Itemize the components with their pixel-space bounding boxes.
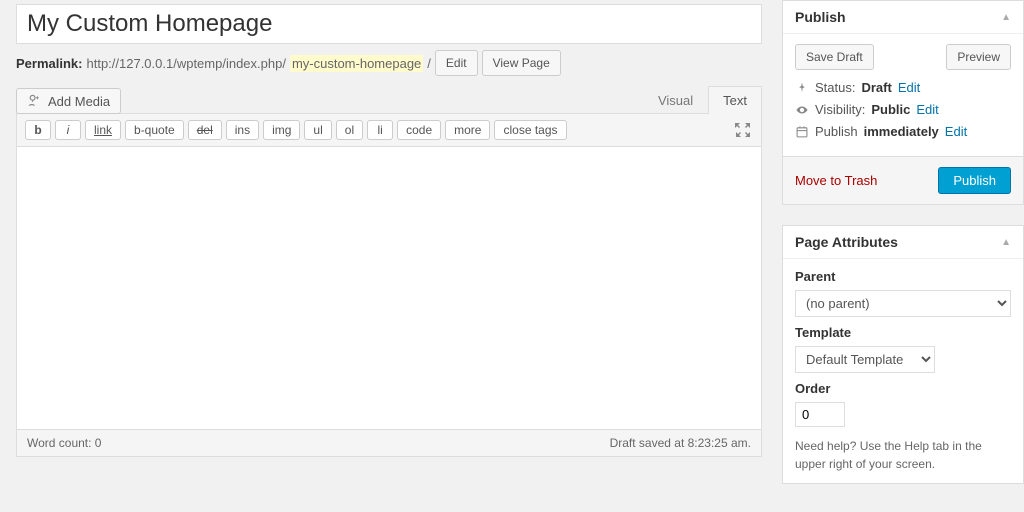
permalink-base: http://127.0.0.1/wptemp/index.php/ xyxy=(86,56,285,71)
qt-close-tags[interactable]: close tags xyxy=(494,120,566,140)
qt-del[interactable]: del xyxy=(188,120,222,140)
move-to-trash-link[interactable]: Move to Trash xyxy=(795,173,877,188)
qt-ul[interactable]: ul xyxy=(304,120,331,140)
qt-more[interactable]: more xyxy=(445,120,490,140)
publish-panel-title: Publish xyxy=(795,9,846,25)
permalink-row: Permalink: http://127.0.0.1/wptemp/index… xyxy=(16,50,762,76)
qt-bold[interactable]: b xyxy=(25,120,51,140)
qt-italic[interactable]: i xyxy=(55,120,81,140)
collapse-icon[interactable]: ▲ xyxy=(1001,237,1011,248)
edit-status-link[interactable]: Edit xyxy=(898,80,920,95)
media-icon xyxy=(27,93,43,109)
qt-code[interactable]: code xyxy=(397,120,441,140)
collapse-icon[interactable]: ▲ xyxy=(1001,12,1011,23)
template-select[interactable]: Default Template xyxy=(795,346,935,373)
eye-icon xyxy=(795,103,809,117)
tab-visual[interactable]: Visual xyxy=(643,86,708,114)
order-label: Order xyxy=(795,381,1011,396)
word-count: Word count: 0 xyxy=(27,436,101,450)
qt-img[interactable]: img xyxy=(263,120,300,140)
autosave-status: Draft saved at 8:23:25 am. xyxy=(610,436,751,450)
publish-button[interactable]: Publish xyxy=(938,167,1011,194)
content-textarea[interactable] xyxy=(17,147,761,429)
preview-button[interactable]: Preview xyxy=(946,44,1011,70)
editor-tabs: Visual Text xyxy=(643,86,762,114)
fullscreen-icon[interactable] xyxy=(733,120,753,140)
calendar-icon xyxy=(795,125,809,139)
page-attributes-title: Page Attributes xyxy=(795,234,898,250)
help-text: Need help? Use the Help tab in the upper… xyxy=(795,437,1011,473)
add-media-button[interactable]: Add Media xyxy=(16,88,121,114)
editor-status-bar: Word count: 0 Draft saved at 8:23:25 am. xyxy=(16,430,762,457)
schedule-label: Publish xyxy=(815,124,858,139)
qt-bquote[interactable]: b-quote xyxy=(125,120,184,140)
visibility-value: Public xyxy=(871,102,910,117)
editor-box: b i link b-quote del ins img ul ol li co… xyxy=(16,113,762,430)
view-page-button[interactable]: View Page xyxy=(482,50,561,76)
status-label: Status: xyxy=(815,80,855,95)
permalink-slug: my-custom-homepage xyxy=(290,55,423,72)
publish-panel: Publish ▲ Save Draft Preview Status: Dra… xyxy=(782,0,1024,205)
template-label: Template xyxy=(795,325,1011,340)
qt-li[interactable]: li xyxy=(367,120,393,140)
visibility-label: Visibility: xyxy=(815,102,865,117)
order-input[interactable] xyxy=(795,402,845,427)
parent-label: Parent xyxy=(795,269,1011,284)
add-media-label: Add Media xyxy=(48,94,110,109)
tab-text[interactable]: Text xyxy=(708,86,762,114)
schedule-value: immediately xyxy=(864,124,939,139)
qt-link[interactable]: link xyxy=(85,120,121,140)
edit-permalink-button[interactable]: Edit xyxy=(435,50,478,76)
qt-ins[interactable]: ins xyxy=(226,120,259,140)
quicktags-toolbar: b i link b-quote del ins img ul ol li co… xyxy=(17,114,761,147)
permalink-label: Permalink: xyxy=(16,56,82,71)
save-draft-button[interactable]: Save Draft xyxy=(795,44,874,70)
status-value: Draft xyxy=(861,80,891,95)
parent-select[interactable]: (no parent) xyxy=(795,290,1011,317)
page-title-input[interactable] xyxy=(16,4,762,44)
qt-ol[interactable]: ol xyxy=(336,120,363,140)
edit-schedule-link[interactable]: Edit xyxy=(945,124,967,139)
edit-visibility-link[interactable]: Edit xyxy=(916,102,938,117)
page-attributes-panel: Page Attributes ▲ Parent (no parent) Tem… xyxy=(782,225,1024,484)
permalink-sep: / xyxy=(427,56,431,71)
pin-icon xyxy=(795,81,809,95)
